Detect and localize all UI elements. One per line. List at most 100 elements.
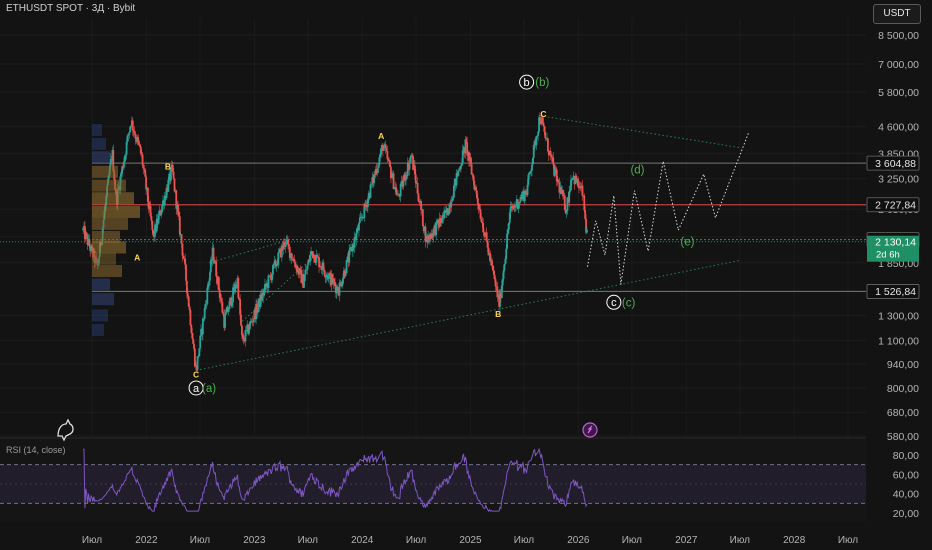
volume-profile-bar [92,137,106,150]
candle-body [267,275,270,288]
volume-profile-bar [92,293,114,306]
volume-profile-bar [92,265,122,278]
wave-label: B [495,309,501,319]
currency-selector-button[interactable]: USDT [873,4,921,24]
price-tick-label: 1 300,00 [878,310,919,322]
price-tick-label: 580,00 [887,431,919,443]
price-level-tag-label: 2 727,84 [875,200,916,212]
wave-label: C [540,109,546,119]
candle-body [451,200,454,202]
time-tick-label: Июл [622,535,642,546]
trendline [539,115,740,149]
candle-body [506,233,509,249]
wave-label: c [611,297,617,309]
wave-label: b [524,77,530,89]
time-tick-label: 2024 [351,535,374,546]
candle-body [180,234,183,244]
time-tick-label: Июл [730,535,750,546]
candle-body [358,222,360,231]
time-tick-label: Июл [82,535,102,546]
time-tick-label: 2026 [567,535,590,546]
elliott-wave-projection [587,131,750,285]
candle-body [549,150,552,155]
candle-body [547,138,549,152]
decorations [57,123,598,442]
price-tick-label: 7 000,00 [878,59,919,71]
candle-body [586,229,588,233]
chart-title: ETHUSDT SPOT · 3Д · Bybit [6,3,136,14]
candle-body [151,220,154,230]
current-price-value: 2 130,14 [875,237,916,249]
volume-profile-bar [92,205,140,218]
candle-body [421,209,424,226]
price-tick-label: 680,00 [887,407,919,419]
horizontal-levels [0,162,866,292]
chart-canvas[interactable]: a (a) b (b) c (c) (d) (e) A B C A B C 8 500,00 7 000,0… [0,0,932,550]
wave-label: A [134,252,140,262]
price-level-tag-label: 3 604,88 [875,158,916,170]
volume-profile-bar [92,192,134,205]
volume-profile-bar [92,230,120,243]
volume-profile-bar [92,309,108,322]
candle-body [145,176,148,190]
candle-body [531,164,533,171]
time-tick-label: Июл [190,535,210,546]
candle-body [505,248,508,259]
candle-body [131,120,134,131]
candle-body [172,171,175,179]
candle-body [470,164,473,175]
candle-body [240,325,243,336]
candle-body [221,302,224,313]
candle-body [306,264,309,270]
trading-view-logo-shape [57,418,74,442]
candle-body [237,278,240,299]
time-tick-label: Июл [514,535,534,546]
rsi-tick-label: 20,00 [893,508,919,520]
projection-path [587,131,750,285]
trendline [208,240,286,264]
candle-body [201,318,204,335]
wave-label: a [193,383,200,395]
candle-body [199,335,202,349]
volume-profile-bar [92,123,102,136]
time-tick-label: Июл [838,535,858,546]
candle-body [452,197,454,201]
price-tick-label: 3 250,00 [878,174,919,186]
candle-body [338,283,341,296]
candle-body [457,170,460,176]
candle-body [138,141,140,145]
candle-body [460,165,462,169]
candle-body [382,146,385,151]
price-tick-label: 1 100,00 [878,335,919,347]
volume-profile-bar [92,217,128,230]
candlestick-series [82,112,588,372]
time-tick-label: 2023 [243,535,266,546]
candle-body [485,232,488,241]
candle-body [150,216,153,221]
wave-label: (c) [622,297,636,309]
wave-label: (a) [202,383,216,395]
candle-body [392,173,395,189]
price-tick-label: 800,00 [887,383,919,395]
volume-profile-bar [92,241,126,254]
time-tick-label: Июл [298,535,318,546]
candle-body [185,264,187,281]
candle-body [581,185,584,196]
rsi-pane [0,437,866,522]
candle-body [318,257,320,268]
volume-profile-bar [92,151,110,164]
rsi-title: RSI (14, close) [6,445,66,455]
candle-body [224,314,226,328]
candle-body [225,312,227,315]
rsi-tick-label: 60,00 [893,469,919,481]
volume-profile-bar [92,179,126,192]
wave-label: A [378,131,384,141]
current-price-countdown: 2d 6h [876,250,900,261]
event-marker-icon [582,422,598,438]
wave-label: (e) [680,237,694,249]
candle-body [240,314,242,326]
candle-body [358,217,361,223]
price-tick-label: 940,00 [887,359,919,371]
candle-body [189,310,192,326]
volume-profile-bar [92,165,118,178]
